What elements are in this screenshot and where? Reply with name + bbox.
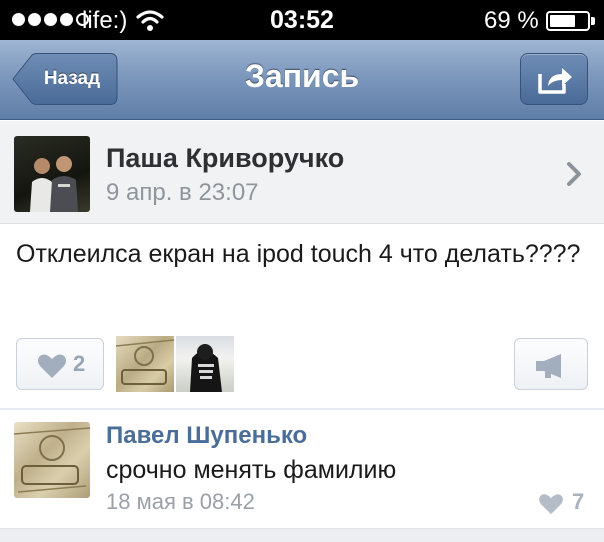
- back-button-label: Назад: [43, 68, 101, 89]
- comment-date: 18 мая в 08:42: [106, 489, 255, 514]
- share-button[interactable]: [520, 53, 588, 105]
- comment-like-count: 7: [572, 489, 585, 514]
- megaphone-icon: [536, 354, 561, 378]
- battery-tip: [591, 17, 595, 25]
- share-icon: [538, 68, 572, 94]
- bottom-bar: [0, 528, 604, 542]
- commenter-avatar[interactable]: [14, 422, 90, 498]
- comment-author[interactable]: Павел Шупенько: [106, 422, 307, 450]
- heart-icon: [38, 354, 66, 378]
- page-title: Запись: [244, 58, 360, 94]
- heart-icon: [539, 494, 563, 515]
- repost-button[interactable]: [514, 338, 588, 390]
- divider: [0, 408, 604, 410]
- author-avatar[interactable]: [14, 136, 90, 212]
- comment-like-button[interactable]: 7: [538, 489, 594, 517]
- comment-text: срочно менять фамилию: [106, 456, 397, 484]
- author-name[interactable]: Паша Криворучко: [106, 143, 344, 174]
- chevron-right-icon: [567, 162, 581, 186]
- post-date: 9 апр. в 23:07: [106, 179, 259, 206]
- liker-avatar[interactable]: [116, 336, 174, 392]
- like-button[interactable]: 2: [16, 338, 104, 390]
- battery-icon: [546, 11, 590, 31]
- status-bar: life:) 03:52 69 %: [0, 0, 604, 40]
- navigation-bar: Назад Запись: [0, 40, 604, 120]
- liker-avatar[interactable]: [176, 336, 234, 392]
- post-header[interactable]: Паша Криворучко 9 апр. в 23:07: [0, 121, 604, 224]
- back-button[interactable]: Назад: [12, 53, 118, 105]
- battery-percent: 69 %: [484, 7, 539, 34]
- like-count: 2: [73, 351, 86, 376]
- post-text: Отклеилса екран на ipod touch 4 что дела…: [16, 240, 581, 268]
